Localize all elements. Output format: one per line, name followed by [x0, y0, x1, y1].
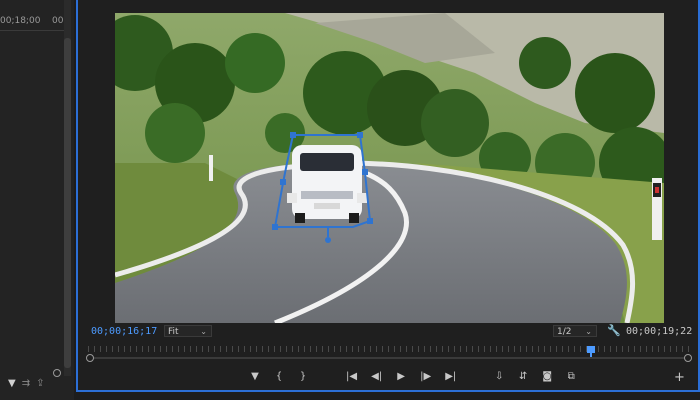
go-to-out-button[interactable]: ▶| [445, 371, 456, 382]
timeline-tools: ▼ ⇉ ⇪ [8, 378, 44, 389]
extract-button[interactable]: ⇵ [518, 371, 528, 382]
zoom-value: Fit [168, 327, 179, 337]
lift-button[interactable]: ⇩ [494, 371, 504, 382]
timeline-timecode: 00;18;00 [0, 16, 41, 26]
mark-in-button[interactable]: { [274, 371, 284, 382]
duration-timecode: 00;00;19;22 [626, 326, 693, 337]
button-editor-plus-icon[interactable]: + [674, 370, 685, 385]
go-to-in-button[interactable]: |◀ [346, 371, 357, 382]
export-frame-camera-icon[interactable]: ◙ [542, 371, 552, 382]
chevron-down-icon: ⌄ [200, 327, 207, 336]
monitor-status-bar: 00;00;16;17 Fit ⌄ 1/2 ⌄ 🔧 00;00;19;22 [76, 324, 700, 340]
timeline-ruler-line [0, 30, 64, 31]
zoom-scrollbar[interactable] [88, 357, 690, 359]
time-ruler[interactable] [88, 346, 690, 358]
video-frame-image [115, 13, 664, 323]
video-frame[interactable] [115, 13, 664, 323]
step-back-button[interactable]: ◀| [371, 371, 382, 382]
timeline-timecode-partial: 00 [52, 16, 64, 26]
add-marker-button[interactable]: ▼ [250, 371, 260, 382]
timeline-zoom-handle[interactable] [53, 369, 61, 377]
step-forward-button[interactable]: |▶ [420, 371, 431, 382]
current-timecode[interactable]: 00;00;16;17 [91, 326, 157, 337]
zoom-handle-left[interactable] [86, 354, 94, 362]
resolution-value: 1/2 [557, 327, 572, 337]
timeline-panel-edge: 00;18;00 00 ▼ ⇉ ⇪ [0, 0, 74, 400]
ruler-ticks [88, 346, 690, 352]
zoom-handle-right[interactable] [684, 354, 692, 362]
link-icon[interactable]: ⇉ [22, 378, 30, 389]
resolution-select[interactable]: 1/2 ⌄ [553, 325, 597, 337]
chevron-down-icon: ⌄ [585, 327, 592, 336]
export-icon[interactable]: ⇪ [36, 378, 44, 389]
mark-out-button[interactable]: } [298, 371, 308, 382]
timeline-scroll-thumb[interactable] [64, 38, 71, 368]
zoom-select[interactable]: Fit ⌄ [164, 325, 212, 337]
settings-wrench-icon[interactable]: 🔧 [607, 324, 621, 337]
play-button[interactable]: ▶ [396, 371, 406, 382]
transport-controls: ▼ { } |◀ ◀| ▶ |▶ ▶| ⇩ ⇵ ◙ ⧉ [250, 371, 576, 382]
filter-icon[interactable]: ▼ [8, 378, 16, 389]
comparison-view-button[interactable]: ⧉ [566, 371, 576, 382]
